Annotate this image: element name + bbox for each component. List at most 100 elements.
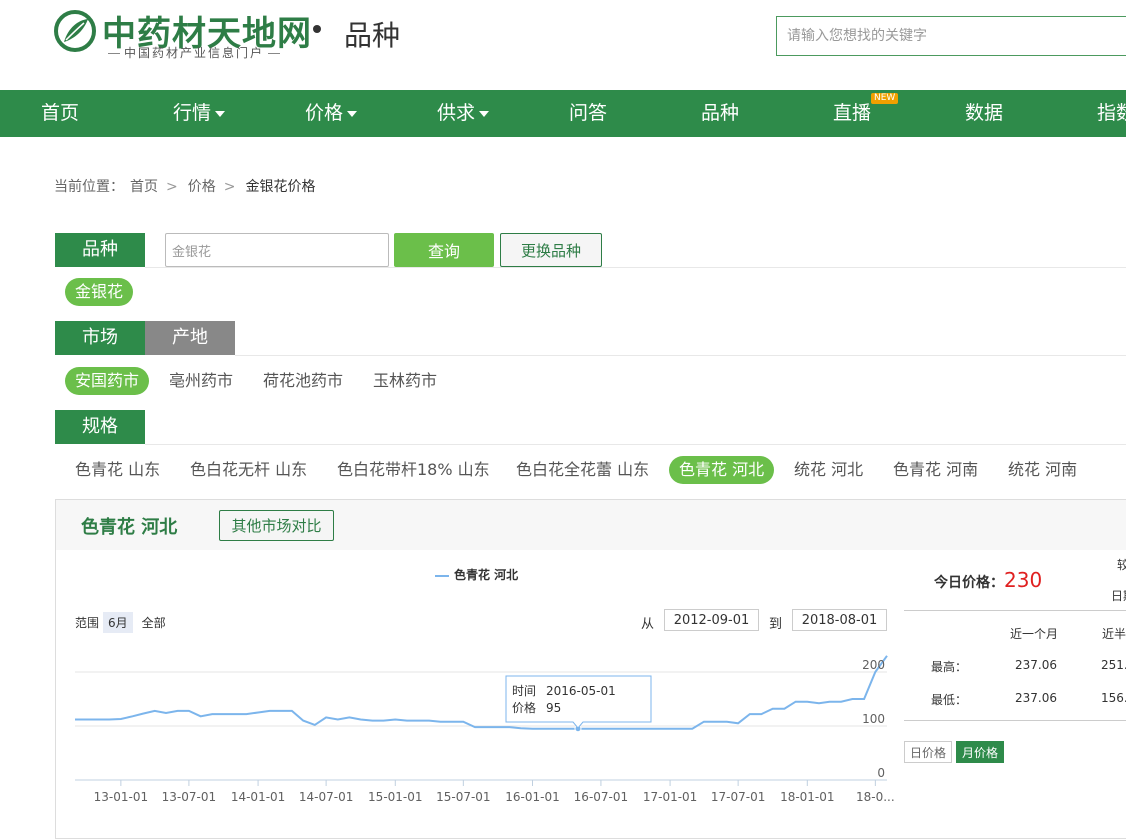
x-axis-ticks: 13-01-01 13-07-01 14-01-01 14-07-01 15-01-01… bbox=[94, 780, 895, 804]
nav-label: 指数 bbox=[1097, 102, 1126, 124]
y-tick-label: 100 bbox=[862, 712, 885, 726]
new-badge: NEW bbox=[871, 93, 899, 104]
caret-down-icon bbox=[479, 110, 490, 117]
range-6m-button[interactable]: 6月 bbox=[103, 612, 133, 633]
nav-item-supply[interactable]: 供求 bbox=[437, 90, 490, 137]
market-item[interactable]: 安国药市 bbox=[65, 367, 150, 395]
spec-label: 规格 bbox=[55, 410, 145, 444]
divider bbox=[904, 610, 1126, 611]
low-month-value: 237.06 bbox=[1015, 691, 1057, 705]
nav-item-index[interactable]: 指数 bbox=[1097, 90, 1126, 137]
x-tick-label: 14-01-01 bbox=[231, 790, 285, 804]
nav-item-home[interactable]: 首页 bbox=[41, 90, 79, 137]
day-price-toggle[interactable]: 日价格 bbox=[904, 741, 953, 763]
svg-text:时间2016-05-01: 时间 2016-05-01 bbox=[512, 684, 616, 698]
x-tick-label: 16-07-01 bbox=[574, 790, 628, 804]
price-panel-header bbox=[56, 500, 1126, 550]
spec-item[interactable]: 色白花无杆 山东 bbox=[180, 456, 317, 484]
tooltip-price-value: 95 bbox=[546, 701, 561, 715]
tab-market[interactable]: 市场 bbox=[55, 321, 145, 355]
divider bbox=[145, 267, 1126, 268]
high-half-value: 251. bbox=[1101, 658, 1126, 672]
x-tick-label: 15-07-01 bbox=[436, 790, 490, 804]
page-section-title: 品种 bbox=[344, 19, 401, 52]
market-item[interactable]: 荷花池药市 bbox=[253, 367, 353, 395]
nav-item-qa[interactable]: 问答 bbox=[569, 90, 607, 137]
to-date-input[interactable]: 2018-08-01 bbox=[792, 609, 887, 631]
market-item[interactable]: 亳州药市 bbox=[159, 367, 243, 395]
chart-tooltip: 时间 2016-05-01 价格 95 bbox=[505, 675, 652, 729]
title-dot bbox=[313, 25, 321, 33]
today-price-value: 230 bbox=[1004, 568, 1043, 592]
x-tick-label: 15-01-01 bbox=[368, 790, 422, 804]
spec-item[interactable]: 统花 河南 bbox=[998, 456, 1087, 484]
y-tick-label: 0 bbox=[877, 766, 885, 780]
x-tick-label: 14-07-01 bbox=[299, 790, 353, 804]
divider bbox=[904, 720, 1126, 721]
price-line-chart[interactable]: 13-01-01 13-07-01 14-01-01 14-07-01 15-01-01… bbox=[75, 640, 895, 820]
nav-label: 首页 bbox=[41, 102, 80, 124]
selected-variety-tag[interactable]: 金银花 bbox=[65, 278, 134, 306]
main-nav: 首页 行情 价格 供求 问答 品种 直播 NEW 数据 指数 bbox=[0, 90, 1126, 137]
caret-down-icon bbox=[347, 110, 358, 117]
range-all-button[interactable]: 全部 bbox=[137, 612, 171, 633]
panel-title: 色青花 河北 bbox=[81, 517, 178, 538]
col-month-header: 近一个月 bbox=[1010, 627, 1059, 641]
market-item[interactable]: 玉林药市 bbox=[363, 367, 447, 395]
x-tick-label: 17-01-01 bbox=[643, 790, 697, 804]
change-variety-button[interactable]: 更换品种 bbox=[500, 233, 602, 267]
range-selector: 范围 6月 全部 bbox=[75, 612, 171, 633]
month-price-toggle[interactable]: 月价格 bbox=[956, 741, 1005, 763]
tooltip-price-label: 价格 bbox=[512, 700, 536, 715]
series-line bbox=[75, 655, 888, 730]
x-tick-label: 16-01-01 bbox=[505, 790, 559, 804]
tooltip-time-value: 2016-05-01 bbox=[546, 684, 616, 698]
compare-markets-button[interactable]: 其他市场对比 bbox=[219, 510, 334, 541]
divider bbox=[235, 355, 1126, 356]
range-label: 范围 bbox=[75, 616, 100, 630]
spec-item[interactable]: 色白花带杆18% 山东 bbox=[327, 456, 500, 484]
nav-label: 问答 bbox=[569, 102, 608, 124]
from-date-input[interactable]: 2012-09-01 bbox=[664, 609, 759, 631]
spec-item[interactable]: 色青花 山东 bbox=[65, 456, 170, 484]
breadcrumb-price[interactable]: 价格 bbox=[188, 179, 216, 195]
caret-down-icon bbox=[215, 110, 226, 117]
to-label: 到 bbox=[769, 617, 783, 632]
nav-item-market[interactable]: 行情 bbox=[173, 90, 226, 137]
side-cut-top: 较 bbox=[1117, 558, 1126, 572]
from-label: 从 bbox=[641, 617, 655, 632]
nav-label: 价格 bbox=[305, 102, 344, 124]
nav-item-price[interactable]: 价格 bbox=[305, 90, 358, 137]
logo-subtitle: 中国药材产业信息门户 bbox=[104, 44, 284, 61]
nav-label: 供求 bbox=[437, 102, 476, 124]
nav-label: 直播 bbox=[833, 102, 872, 124]
chart-grid bbox=[75, 671, 887, 781]
x-tick-label: 18-0... bbox=[856, 790, 895, 804]
spec-item[interactable]: 色白花全花蕾 山东 bbox=[506, 456, 659, 484]
divider bbox=[145, 444, 1126, 445]
row-low-label: 最低： bbox=[931, 693, 968, 707]
tab-origin[interactable]: 产地 bbox=[145, 321, 235, 355]
today-price: 今日价格：230 bbox=[934, 568, 1042, 592]
side-cut-date: 日期 bbox=[1111, 589, 1126, 603]
spec-item[interactable]: 统花 河北 bbox=[784, 456, 873, 484]
high-month-value: 237.06 bbox=[1015, 658, 1057, 672]
breadcrumb-home[interactable]: 首页 bbox=[130, 179, 158, 195]
search-input[interactable] bbox=[776, 16, 1126, 56]
nav-item-data[interactable]: 数据 bbox=[965, 90, 1003, 137]
nav-item-live[interactable]: 直播 NEW bbox=[833, 90, 899, 137]
breadcrumb: 当前位置： 首页 > 价格 > 金银花价格 bbox=[54, 176, 321, 196]
breadcrumb-current: 金银花价格 bbox=[245, 179, 316, 195]
x-tick-label: 13-01-01 bbox=[94, 790, 148, 804]
chart-legend-item[interactable]: 色青花 河北 bbox=[435, 566, 518, 583]
variety-label: 品种 bbox=[55, 233, 145, 267]
y-tick-label: 200 bbox=[862, 658, 885, 672]
query-button[interactable]: 查询 bbox=[394, 233, 494, 267]
col-half-header: 近半 bbox=[1102, 627, 1126, 641]
variety-input[interactable] bbox=[165, 233, 389, 267]
nav-item-variety[interactable]: 品种 bbox=[701, 90, 739, 137]
logo-leaf-icon bbox=[54, 10, 96, 52]
spec-item[interactable]: 色青花 河南 bbox=[883, 456, 988, 484]
spec-item[interactable]: 色青花 河北 bbox=[669, 456, 775, 484]
nav-label: 数据 bbox=[965, 102, 1004, 124]
